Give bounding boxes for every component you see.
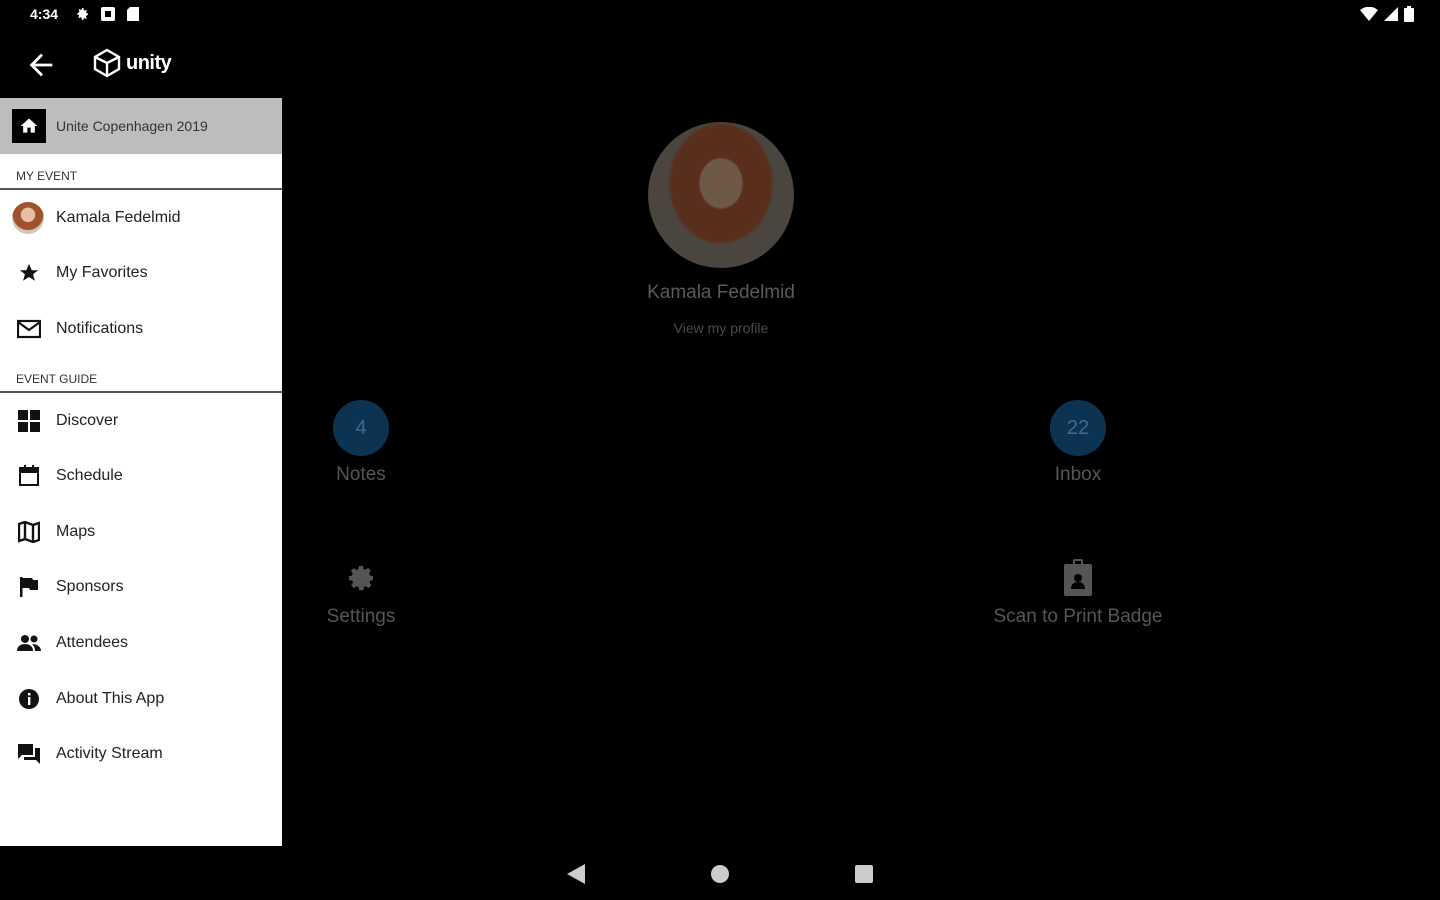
drawer-item-maps[interactable]: Maps [0,504,282,560]
drawer-item-label: Kamala Fedelmid [56,208,181,226]
triangle-back-icon [567,864,585,884]
star-icon [16,260,42,286]
drawer-item-label: Discover [56,411,119,429]
settings-label: Settings [326,606,396,627]
sd-card-status-icon [126,6,140,27]
map-icon [16,519,42,545]
drawer-item-label: Maps [56,522,96,540]
drawer-item-label: Attendees [56,633,129,651]
notes-label: Notes [336,464,386,485]
circle-home-icon [711,865,729,883]
gear-icon [341,558,381,598]
drawer-item-notifications[interactable]: Notifications [0,301,282,357]
back-button[interactable] [24,48,58,82]
app-bar: unity [0,28,1440,98]
drawer-item-discover[interactable]: Discover [0,393,282,449]
view-profile-link[interactable]: View my profile [568,320,874,336]
arrow-left-icon [29,53,53,77]
nav-back-button[interactable] [564,862,588,886]
nav-recents-button[interactable] [852,862,876,886]
status-bar: 4:34 [0,0,1440,28]
drawer-item-attendees[interactable]: Attendees [0,615,282,671]
section-header-event-guide: EVENT GUIDE [0,357,282,393]
signal-icon [1384,7,1398,26]
badge-icon [1058,558,1098,598]
download-status-icon [100,6,116,27]
battery-icon [1404,6,1414,27]
wifi-icon [1360,6,1378,26]
system-nav-bar [0,846,1440,900]
calendar-icon [16,463,42,489]
drawer-item-about[interactable]: About This App [0,671,282,727]
unity-cube-icon [93,48,121,78]
event-selector[interactable]: Unite Copenhagen 2019 [0,98,282,154]
profile-photo[interactable] [648,122,794,268]
square-recents-icon [855,865,873,883]
scan-badge-label: Scan to Print Badge [993,606,1163,627]
drawer-item-schedule[interactable]: Schedule [0,448,282,504]
status-left-icons [74,6,140,27]
drawer-item-sponsors[interactable]: Sponsors [0,560,282,616]
scan-badge-tile[interactable]: Scan to Print Badge [958,558,1198,628]
drawer-item-label: About This App [56,689,165,707]
drawer-item-label: Notifications [56,319,144,337]
nav-home-button[interactable] [708,862,732,886]
unity-logo: unity [92,48,172,78]
drawer-item-activity-stream[interactable]: Activity Stream [0,726,282,782]
inbox-count-badge: 22 [1050,400,1106,456]
people-icon [16,630,42,656]
settings-tile[interactable]: Settings [241,558,481,628]
section-header-my-event: MY EVENT [0,154,282,190]
notes-count-badge: 4 [333,400,389,456]
status-right-icons [1360,6,1414,27]
grid-icon [16,408,42,434]
inbox-tile[interactable]: 22 Inbox [958,400,1198,486]
drawer-item-profile[interactable]: Kamala Fedelmid [0,190,282,246]
drawer-item-label: Activity Stream [56,745,163,763]
drawer-item-label: My Favorites [56,264,148,282]
notes-tile[interactable]: 4 Notes [241,400,481,486]
event-name: Unite Copenhagen 2019 [56,118,208,134]
navigation-drawer: Unite Copenhagen 2019 MY EVENT Kamala Fe… [0,98,282,846]
logo-text: unity [126,51,172,74]
mail-icon [16,316,42,342]
settings-status-icon [74,6,90,27]
drawer-item-label: Sponsors [56,578,124,596]
avatar [12,201,44,234]
forum-icon [16,741,42,767]
drawer-item-favorites[interactable]: My Favorites [0,246,282,302]
info-icon [16,686,42,712]
inbox-label: Inbox [1054,464,1102,485]
status-time: 4:34 [30,6,59,22]
home-icon [12,109,46,143]
flag-icon [16,574,42,600]
drawer-item-label: Schedule [56,467,123,485]
profile-name: Kamala Fedelmid [647,282,795,303]
main-content: Kamala Fedelmid View my profile 4 Notes … [282,98,1440,846]
